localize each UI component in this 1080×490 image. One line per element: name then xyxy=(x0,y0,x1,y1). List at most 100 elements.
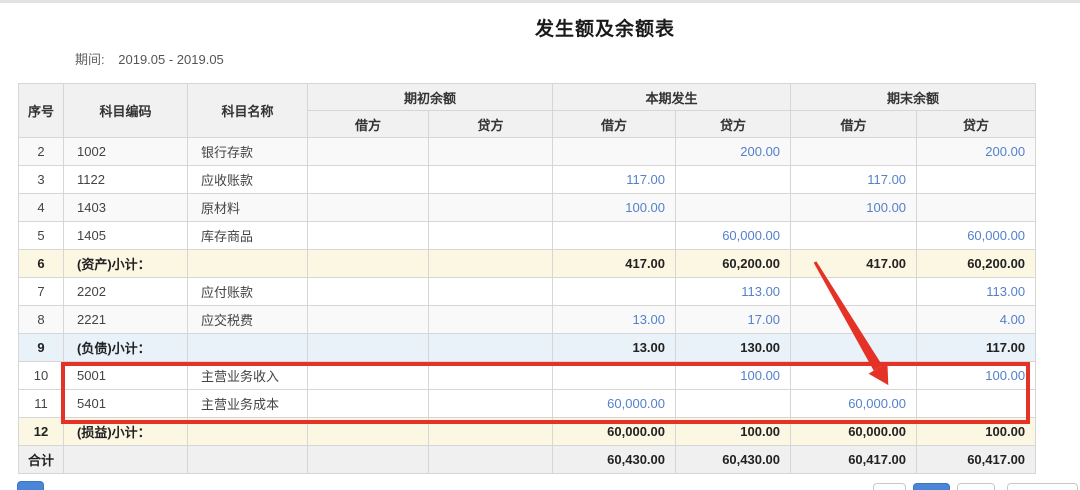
cell-opening-debit xyxy=(308,390,429,418)
cell-opening-credit xyxy=(429,446,553,474)
cell-ending-debit xyxy=(791,334,917,362)
cell-current-credit: 100.00 xyxy=(676,418,791,446)
cell-ending-debit[interactable]: 117.00 xyxy=(791,166,917,194)
cell-current-credit[interactable]: 113.00 xyxy=(676,278,791,306)
cell-current-credit[interactable]: 100.00 xyxy=(676,362,791,390)
cell-no: 11 xyxy=(19,390,64,418)
cell-opening-credit xyxy=(429,278,553,306)
cell-ending-credit xyxy=(917,390,1036,418)
cell-name: 应付账款 xyxy=(188,278,308,306)
cell-ending-debit[interactable]: 60,000.00 xyxy=(791,390,917,418)
cell-name xyxy=(188,250,308,278)
top-divider xyxy=(0,0,1080,3)
cell-opening-debit xyxy=(308,194,429,222)
cell-current-credit[interactable]: 17.00 xyxy=(676,306,791,334)
table-row: 3 1122 应收账款 117.00 117.00 xyxy=(19,166,1036,194)
cell-current-credit[interactable]: 200.00 xyxy=(676,138,791,166)
report-page: 发生额及余额表 期间: 2019.05 - 2019.05 序号 科目编码 科目… xyxy=(0,0,1080,490)
cell-ending-debit[interactable]: 100.00 xyxy=(791,194,917,222)
cell-current-debit xyxy=(553,362,676,390)
group-header-ending: 期末余额 xyxy=(791,84,1036,111)
cell-ending-debit xyxy=(791,362,917,390)
group-header-current: 本期发生 xyxy=(553,84,791,111)
cell-current-credit: 60,430.00 xyxy=(676,446,791,474)
cell-opening-debit xyxy=(308,222,429,250)
cell-code: (资产)小计： xyxy=(64,250,188,278)
subheader-current-debit: 借方 xyxy=(553,111,676,138)
period-label: 期间: xyxy=(75,52,105,67)
cell-ending-credit: 100.00 xyxy=(917,418,1036,446)
cell-name: 应交税费 xyxy=(188,306,308,334)
table-row-highlighted: 10 5001 主营业务收入 100.00 100.00 xyxy=(19,362,1036,390)
group-header-opening: 期初余额 xyxy=(308,84,553,111)
cell-opening-credit xyxy=(429,390,553,418)
cell-opening-debit xyxy=(308,334,429,362)
pagination-current-page-button[interactable] xyxy=(913,483,950,490)
cell-ending-credit xyxy=(917,194,1036,222)
col-header-no: 序号 xyxy=(19,84,64,138)
table-row-highlighted: 11 5401 主营业务成本 60,000.00 60,000.00 xyxy=(19,390,1036,418)
cell-current-debit[interactable]: 100.00 xyxy=(553,194,676,222)
cell-code: (负债)小计： xyxy=(64,334,188,362)
cell-code: (损益)小计： xyxy=(64,418,188,446)
cell-opening-credit xyxy=(429,334,553,362)
cell-opening-debit xyxy=(308,278,429,306)
cell-ending-credit[interactable]: 200.00 xyxy=(917,138,1036,166)
cell-current-credit[interactable]: 60,000.00 xyxy=(676,222,791,250)
cell-current-debit[interactable]: 60,000.00 xyxy=(553,390,676,418)
cell-no: 6 xyxy=(19,250,64,278)
cell-name: 原材料 xyxy=(188,194,308,222)
cell-opening-debit xyxy=(308,306,429,334)
footer-action-button[interactable] xyxy=(17,481,44,490)
col-header-name: 科目名称 xyxy=(188,84,308,138)
pagination-next-button[interactable] xyxy=(957,483,995,490)
cell-opening-credit xyxy=(429,222,553,250)
cell-ending-credit: 117.00 xyxy=(917,334,1036,362)
cell-name xyxy=(188,334,308,362)
cell-name: 应收账款 xyxy=(188,166,308,194)
cell-no: 2 xyxy=(19,138,64,166)
cell-ending-debit: 60,417.00 xyxy=(791,446,917,474)
cell-code: 2221 xyxy=(64,306,188,334)
cell-ending-credit[interactable]: 60,000.00 xyxy=(917,222,1036,250)
cell-ending-credit: 60,200.00 xyxy=(917,250,1036,278)
cell-ending-debit xyxy=(791,278,917,306)
subheader-opening-credit: 贷方 xyxy=(429,111,553,138)
cell-current-credit: 60,200.00 xyxy=(676,250,791,278)
cell-no: 5 xyxy=(19,222,64,250)
cell-ending-credit[interactable]: 100.00 xyxy=(917,362,1036,390)
balance-table: 序号 科目编码 科目名称 期初余额 本期发生 期末余额 借方 贷方 借方 贷方 … xyxy=(18,83,1036,474)
cell-ending-credit: 60,417.00 xyxy=(917,446,1036,474)
cell-current-debit[interactable]: 13.00 xyxy=(553,306,676,334)
cell-code xyxy=(64,446,188,474)
cell-ending-debit: 417.00 xyxy=(791,250,917,278)
cell-no: 10 xyxy=(19,362,64,390)
subtotal-row-liabilities: 9 (负债)小计： 13.00 130.00 117.00 xyxy=(19,334,1036,362)
cell-current-credit xyxy=(676,194,791,222)
period-value[interactable]: 2019.05 - 2019.05 xyxy=(118,52,224,67)
cell-code: 5001 xyxy=(64,362,188,390)
cell-ending-credit[interactable]: 113.00 xyxy=(917,278,1036,306)
cell-ending-credit[interactable]: 4.00 xyxy=(917,306,1036,334)
cell-no: 8 xyxy=(19,306,64,334)
cell-current-debit: 417.00 xyxy=(553,250,676,278)
cell-name: 主营业务收入 xyxy=(188,362,308,390)
cell-current-debit[interactable]: 117.00 xyxy=(553,166,676,194)
cell-opening-credit xyxy=(429,138,553,166)
cell-ending-debit: 60,000.00 xyxy=(791,418,917,446)
page-title: 发生额及余额表 xyxy=(452,14,758,41)
pagination-page-size-select[interactable] xyxy=(1007,483,1078,490)
cell-current-debit: 60,000.00 xyxy=(553,418,676,446)
table-row: 7 2202 应付账款 113.00 113.00 xyxy=(19,278,1036,306)
col-header-code: 科目编码 xyxy=(64,84,188,138)
subheader-current-credit: 贷方 xyxy=(676,111,791,138)
cell-current-debit xyxy=(553,138,676,166)
table-row: 5 1405 库存商品 60,000.00 60,000.00 xyxy=(19,222,1036,250)
cell-ending-debit xyxy=(791,138,917,166)
cell-opening-credit xyxy=(429,250,553,278)
table-row: 8 2221 应交税费 13.00 17.00 4.00 xyxy=(19,306,1036,334)
cell-code: 1122 xyxy=(64,166,188,194)
cell-opening-debit xyxy=(308,250,429,278)
cell-no: 9 xyxy=(19,334,64,362)
pagination-prev-button[interactable] xyxy=(873,483,906,490)
